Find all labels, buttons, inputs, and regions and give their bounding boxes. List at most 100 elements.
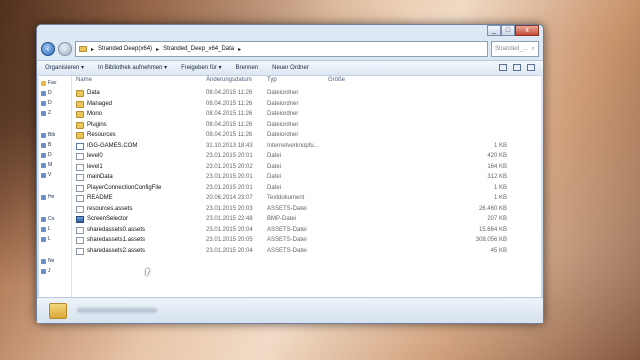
file-row[interactable]: mainData 23.01.2015 20:01 Datei 312 KB <box>72 173 541 183</box>
nav-item[interactable]: L <box>41 226 51 232</box>
nav-item[interactable]: Ne <box>41 258 54 264</box>
file-date: 08.04.2015 11:26 <box>206 132 253 138</box>
file-name: Mono <box>87 111 103 117</box>
back-button[interactable]: ‹ <box>41 42 55 56</box>
nav-item[interactable]: M <box>41 162 52 168</box>
file-size: 312 KB <box>487 174 507 180</box>
file-row[interactable]: Managed 08.04.2015 11:26 Dateiordner <box>72 100 541 110</box>
nav-item-label: D <box>48 90 52 96</box>
nav-item[interactable]: B <box>41 142 51 148</box>
file-row[interactable]: sharedassets1.assets 23.01.2015 20:05 ASSE… <box>72 236 541 246</box>
library-icon <box>41 132 46 138</box>
forward-button[interactable]: › <box>58 42 72 56</box>
nav-item[interactable]: Bib <box>41 132 55 138</box>
file-name: ScreenSelector <box>87 216 129 222</box>
nav-item[interactable]: D <box>41 152 52 158</box>
nav-item-label: Ne <box>48 258 55 264</box>
file-date: 23.01.2015 20:02 <box>206 163 253 170</box>
minimize-button[interactable]: _ <box>487 25 501 36</box>
window-caption: _ □ x <box>37 25 543 38</box>
nav-item[interactable]: Z <box>41 110 51 116</box>
file-size: 420 KB <box>487 153 507 159</box>
file-row[interactable]: sharedassets0.assets 23.01.2015 20:04 ASSE… <box>72 226 541 236</box>
file-type: ASSETS-Datei <box>267 247 307 254</box>
file-row[interactable]: ScreenSelector 23.01.2015 22:48 BMP-Datei 2… <box>72 215 541 225</box>
file-row[interactable]: resources.assets 23.01.2015 20:03 ASSETS-D… <box>72 205 541 215</box>
file-row[interactable]: sharedassets2.assets 23.01.2015 20:04 ASSE… <box>72 247 541 257</box>
address-bar[interactable]: ▸ Stranded Deep(x64) ▸ Stranded_Deep_x64… <box>75 41 488 57</box>
nav-item-label: D <box>48 100 52 106</box>
help-icon[interactable] <box>527 64 535 71</box>
file-row[interactable]: PlayerConnectionConfigFile 23.01.2015 20:… <box>72 184 541 194</box>
breadcrumb-separator: ▸ <box>91 46 95 53</box>
file-date: 08.04.2015 11:26 <box>206 100 253 107</box>
organize-button[interactable]: Organisieren ▾ <box>45 64 84 71</box>
column-type[interactable]: Typ <box>267 77 277 83</box>
file-type: ASSETS-Datei <box>267 205 307 212</box>
file-icon <box>76 247 84 255</box>
file-type: Dateiordner <box>267 100 299 107</box>
column-size[interactable]: Größe <box>328 77 345 83</box>
file-icon <box>76 153 84 160</box>
file-row[interactable]: Resources 08.04.2015 11:26 Dateiordner <box>72 131 541 141</box>
file-size: 45 KB <box>490 247 507 254</box>
nav-item-label: Z <box>48 110 52 116</box>
file-type: Datei <box>267 174 282 180</box>
file-row[interactable]: Data 08.04.2015 11:26 Dateiordner <box>72 89 541 99</box>
nav-item[interactable]: D <box>41 100 52 106</box>
file-row[interactable]: Plugins 08.04.2015 11:26 Dateiordner <box>72 121 541 131</box>
file-size: 1 KB <box>493 184 507 191</box>
nav-item-label: J <box>48 268 51 274</box>
file-row[interactable]: IGG-GAMES.COM 31.10.2013 18:43 Internetver… <box>72 142 541 152</box>
caption-buttons: _ □ x <box>487 25 539 36</box>
burn-button[interactable]: Brennen <box>235 65 258 71</box>
breadcrumb-segment-data[interactable]: Stranded_Deep_x64_Data <box>163 46 234 52</box>
nav-item[interactable]: V <box>41 172 51 178</box>
nav-item[interactable]: L <box>41 236 51 242</box>
include-library-button[interactable]: In Bibliothek aufnehmen ▾ <box>98 64 167 71</box>
nav-item[interactable]: He <box>41 194 54 200</box>
new-folder-button[interactable]: Neuer Ordner <box>272 65 309 71</box>
column-date[interactable]: Änderungsdatum <box>206 77 252 83</box>
file-type: Dateiordner <box>267 121 299 128</box>
breadcrumb-segment-game[interactable]: Stranded Deep(x64) <box>98 46 152 52</box>
file-name: IGG-GAMES.COM <box>87 142 138 149</box>
folder-icon <box>41 110 46 116</box>
file-size: 1 KB <box>493 142 507 149</box>
column-headers: Name Änderungsdatum Typ Größe <box>72 77 541 87</box>
file-date: 23.01.2015 20:01 <box>206 153 253 159</box>
file-row[interactable]: level0 23.01.2015 20:01 Datei 420 KB <box>72 152 541 162</box>
file-name: sharedassets1.assets <box>87 237 146 243</box>
file-row[interactable]: level1 23.01.2015 20:02 Datei 164 KB <box>72 163 541 173</box>
folder-icon <box>49 302 67 319</box>
file-type: Datei <box>267 184 282 191</box>
search-input[interactable]: Stranded_... ⌕ <box>491 41 539 57</box>
explorer-window: _ □ x ‹ › ▸ Stranded Deep(x64) ▸ Strande… <box>36 24 544 324</box>
nav-item-label: D <box>48 152 52 158</box>
file-date: 23.01.2015 20:05 <box>206 237 253 243</box>
file-name: Resources <box>87 132 116 138</box>
file-date: 23.01.2015 22:48 <box>206 216 253 222</box>
folder-icon <box>41 172 46 178</box>
close-button[interactable]: x <box>515 25 539 36</box>
column-name[interactable]: Name <box>76 77 92 83</box>
nav-item[interactable]: Fav <box>41 80 56 86</box>
file-date: 23.01.2015 20:01 <box>206 184 253 191</box>
nav-item[interactable]: D <box>41 90 52 96</box>
search-icon: ⌕ <box>531 45 535 52</box>
folder-icon <box>76 121 84 129</box>
preview-pane-icon[interactable] <box>513 64 521 71</box>
nav-item[interactable]: Co <box>41 216 54 222</box>
share-button[interactable]: Freigeben für ▾ <box>181 64 221 71</box>
star-icon <box>41 80 46 86</box>
file-name: Managed <box>87 100 113 107</box>
view-options-icon[interactable] <box>499 64 507 71</box>
drive-icon <box>41 236 46 242</box>
file-row[interactable]: README 20.06.2014 23:07 Textdokument 1 KB <box>72 194 541 204</box>
file-icon <box>76 163 84 171</box>
mouse-cursor-icon <box>146 269 150 277</box>
maximize-button[interactable]: □ <box>501 25 515 36</box>
file-row[interactable]: Mono 08.04.2015 11:26 Dateiordner <box>72 110 541 120</box>
file-date: 23.01.2015 20:04 <box>206 226 253 233</box>
nav-item[interactable]: J <box>41 268 51 274</box>
